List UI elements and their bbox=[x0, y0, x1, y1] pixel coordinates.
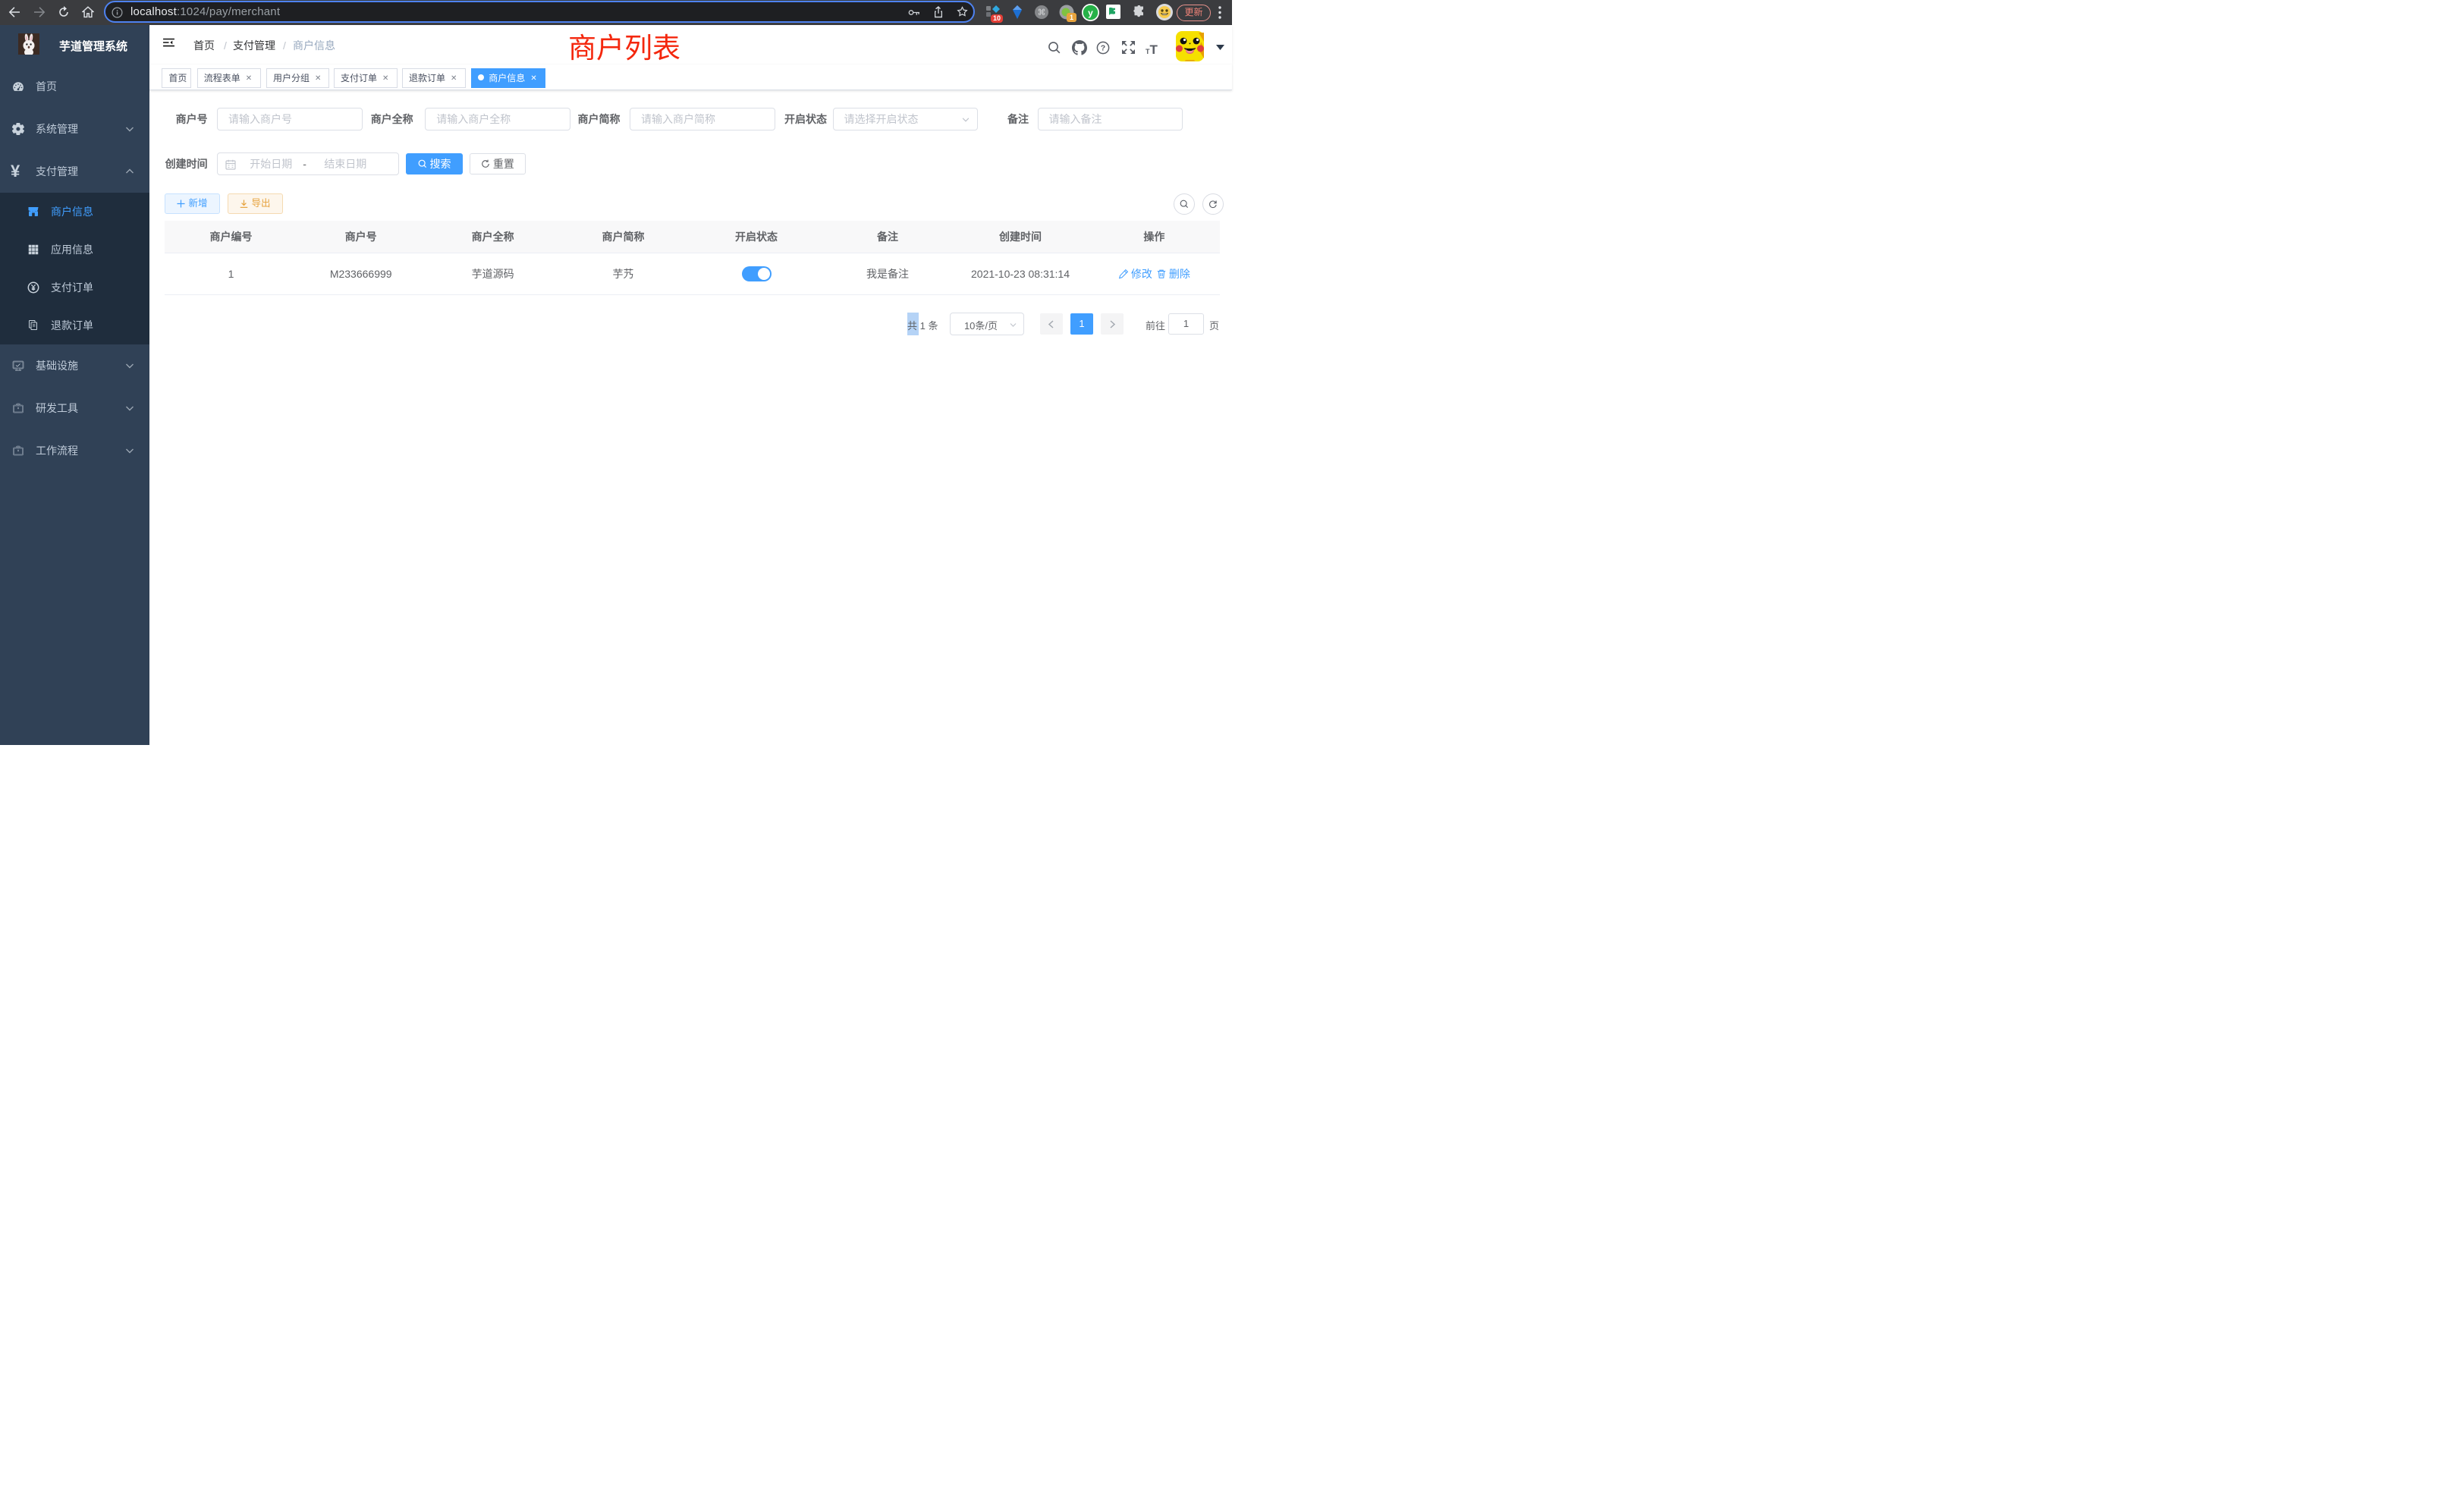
svg-text:⌘: ⌘ bbox=[1038, 8, 1046, 17]
svg-text:y: y bbox=[1088, 8, 1093, 18]
svg-text:?: ? bbox=[1101, 44, 1105, 53]
